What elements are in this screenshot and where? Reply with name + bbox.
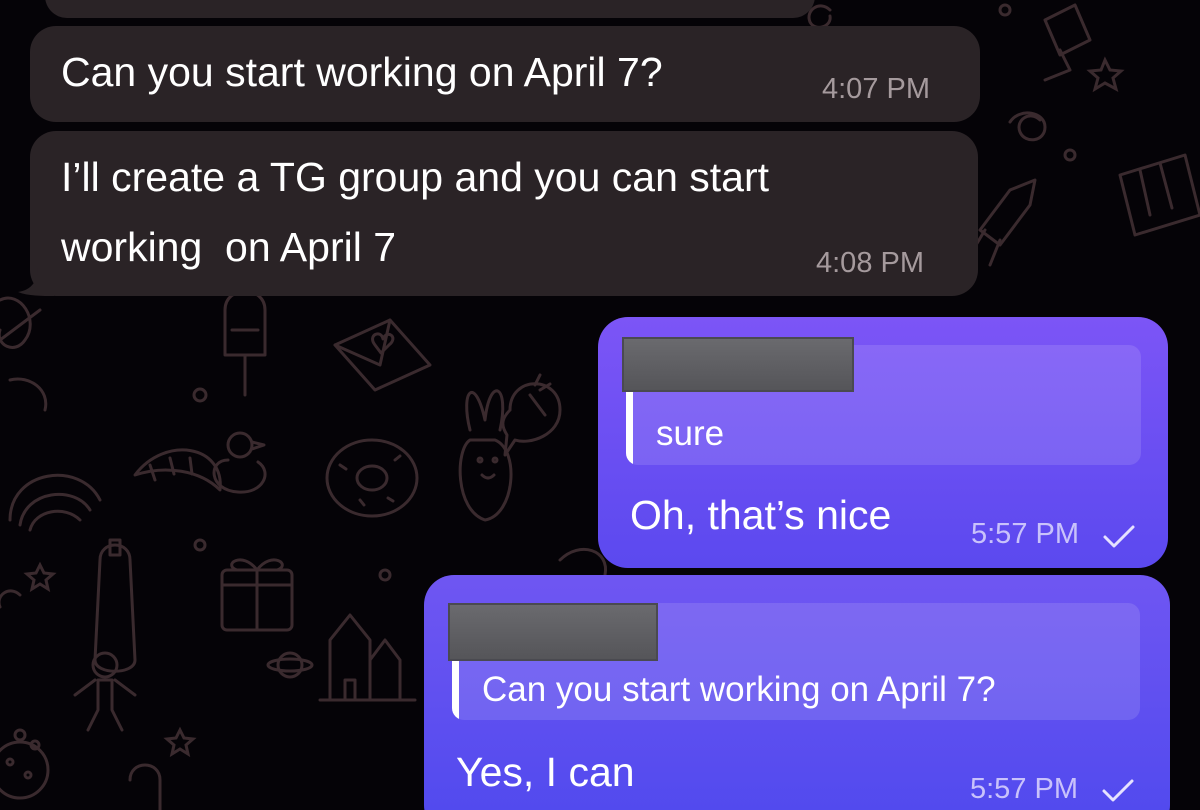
dot-doodle [13, 728, 27, 742]
star-doodle [163, 726, 197, 758]
shrimp-doodle [133, 448, 222, 492]
message-bubble-incoming[interactable]: I’ll create a TG group and you can start… [30, 131, 978, 296]
donut-doodle [325, 438, 419, 518]
reply-quote-text: Can you start working on April 7? [482, 670, 996, 709]
envelope-doodle [333, 318, 432, 392]
message-bubble-incoming[interactable]: Can you start working on April 7? 4:07 P… [30, 26, 980, 122]
carrot-doodle [501, 373, 562, 457]
chocolate-doodle [1118, 153, 1200, 237]
gingerbread-doodle [73, 651, 137, 732]
message-time: 4:08 PM [816, 247, 924, 279]
planet-doodle [266, 651, 314, 679]
star-doodle [23, 561, 57, 593]
message-text: Oh, that’s nice [630, 492, 892, 538]
message-text: Can you start working on April 7? [61, 49, 663, 95]
gift-doodle [220, 558, 294, 632]
rainbow-doodle [8, 473, 102, 532]
hand-doodle [128, 763, 162, 810]
single-check-icon [1102, 779, 1134, 802]
single-check-icon [1103, 525, 1135, 548]
cup-doodle [1043, 3, 1092, 82]
blob-doodle [0, 296, 32, 349]
bottle-doodle [93, 538, 137, 673]
message-text: Yes, I can [456, 749, 635, 795]
message-text-line: working on April 7 [61, 224, 397, 270]
cookie-doodle [0, 740, 50, 800]
dot-doodle [998, 3, 1012, 17]
redacted-sender-name [448, 603, 658, 661]
dot-doodle [192, 387, 208, 403]
rocket-doodle [968, 178, 1037, 267]
message-bubble-outgoing[interactable]: sure Oh, that’s nice 5:57 PM [598, 317, 1168, 568]
popsicle-doodle [223, 289, 267, 397]
message-time: 5:57 PM [971, 518, 1079, 550]
reply-quote-text: sure [656, 414, 725, 453]
dot-doodle [1063, 148, 1077, 162]
castle-doodle [318, 613, 417, 702]
message-bubble-incoming-partial[interactable] [45, 0, 815, 18]
bunny-doodle [458, 389, 513, 522]
bubble-tail [18, 268, 54, 296]
dot-doodle [193, 538, 207, 552]
message-bubble-outgoing[interactable]: Can you start working on April 7? Yes, I… [424, 575, 1170, 810]
horn-doodle [0, 308, 48, 412]
dot-doodle [378, 568, 392, 582]
message-text-line: I’ll create a TG group and you can start [61, 154, 770, 200]
message-time: 5:57 PM [970, 773, 1078, 805]
star-doodle [1086, 56, 1125, 93]
chat-view[interactable]: Can you start working on April 7? 4:07 P… [0, 0, 1200, 810]
redacted-sender-name [622, 337, 854, 392]
message-time: 4:07 PM [822, 73, 930, 105]
